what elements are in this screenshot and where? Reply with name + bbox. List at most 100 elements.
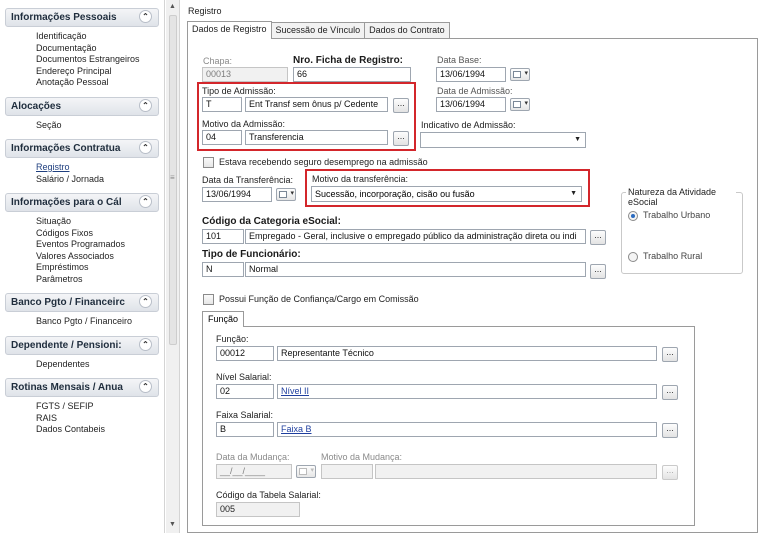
calendar-icon bbox=[513, 71, 521, 78]
motivo-admissao-lookup-button[interactable]: ... bbox=[393, 131, 409, 146]
sidebar-item-anotacao-pessoal[interactable]: Anotação Pessoal bbox=[0, 77, 164, 89]
nivel-salarial-label: Nível Salarial: bbox=[216, 372, 272, 382]
main-content: Registro Dados de Registro Sucessão de Ví… bbox=[181, 0, 758, 533]
faixa-lookup-button[interactable]: ... bbox=[662, 423, 678, 438]
sidebar-item-dependentes[interactable]: Dependentes bbox=[0, 359, 164, 371]
section-alocacoes[interactable]: Alocações ⌃ bbox=[5, 96, 159, 116]
funcao-confianca-checkbox[interactable] bbox=[203, 294, 214, 305]
data-base-field[interactable]: 13/06/1994 bbox=[436, 67, 506, 82]
data-admissao-field[interactable]: 13/06/1994 bbox=[436, 97, 506, 112]
data-admissao-calendar-button[interactable]: ▾ bbox=[510, 98, 530, 111]
calendar-icon bbox=[299, 468, 307, 475]
sidebar-item-rais[interactable]: RAIS bbox=[0, 413, 164, 425]
page-title: Registro bbox=[188, 6, 222, 16]
collapse-chevron-icon[interactable]: ⌃ bbox=[139, 141, 152, 154]
nivel-desc-link[interactable]: Nível II bbox=[277, 384, 657, 399]
trabalho-rural-radio[interactable] bbox=[628, 252, 638, 262]
data-base-calendar-button[interactable]: ▾ bbox=[510, 68, 530, 81]
faixa-desc-link[interactable]: Faixa B bbox=[277, 422, 657, 437]
section-informacoes-contratuais[interactable]: Informações Contratua ⌃ bbox=[5, 139, 159, 158]
tipo-funcionario-code[interactable]: N bbox=[202, 262, 244, 277]
data-mudanca-field: __/__/____ bbox=[216, 464, 292, 479]
indicativo-admissao-label: Indicativo de Admissão: bbox=[421, 120, 516, 130]
natureza-title: Natureza da Atividade eSocial bbox=[626, 187, 736, 207]
tipo-funcionario-lookup-button[interactable]: ... bbox=[590, 264, 606, 279]
collapse-chevron-icon[interactable]: ⌃ bbox=[139, 337, 152, 351]
sidebar-item-salario-jornada[interactable]: Salário / Jornada bbox=[0, 174, 164, 186]
motivo-mudanca-code bbox=[321, 464, 373, 479]
data-mudanca-label: Data da Mudança: bbox=[216, 452, 290, 462]
funcao-lookup-button[interactable]: ... bbox=[662, 347, 678, 362]
faixa-code[interactable]: B bbox=[216, 422, 274, 437]
collapse-chevron-icon[interactable]: ⌃ bbox=[139, 98, 152, 112]
sidebar-item-secao[interactable]: Seção bbox=[0, 120, 164, 132]
tab-dados-do-contrato[interactable]: Dados do Contrato bbox=[364, 22, 450, 39]
section-rotinas-mensais[interactable]: Rotinas Mensais / Anua ⌃ bbox=[5, 378, 159, 397]
funcao-desc[interactable]: Representante Técnico bbox=[277, 346, 657, 361]
sidebar-item-identificacao[interactable]: Identificação bbox=[0, 31, 164, 43]
tipo-admissao-lookup-button[interactable]: ... bbox=[393, 98, 409, 113]
sidebar-item-codigos-fixos[interactable]: Códigos Fixos bbox=[0, 228, 164, 240]
motivo-admissao-code[interactable]: 04 bbox=[202, 130, 242, 145]
scroll-grip-icon: ≡ bbox=[170, 173, 175, 182]
sidebar-item-emprestimos[interactable]: Empréstimos bbox=[0, 262, 164, 274]
collapse-chevron-icon[interactable]: ⌃ bbox=[139, 195, 152, 208]
tab-sucessao-de-vinculo[interactable]: Sucessão de Vínculo bbox=[270, 22, 366, 39]
sidebar-item-documentacao[interactable]: Documentação bbox=[0, 43, 164, 55]
dropdown-arrow-icon: ▾ bbox=[290, 190, 294, 197]
collapse-chevron-icon[interactable]: ⌃ bbox=[139, 10, 152, 23]
scroll-down-arrow-icon[interactable]: ▼ bbox=[169, 521, 176, 528]
dropdown-arrow-icon: ▾ bbox=[310, 467, 314, 474]
funcao-code[interactable]: 00012 bbox=[216, 346, 274, 361]
section-informacoes-calculo[interactable]: Informações para o Cál ⌃ bbox=[5, 193, 159, 212]
tipo-admissao-label: Tipo de Admissão: bbox=[202, 86, 276, 96]
dados-registro-panel: Chapa: 00013 Nro. Ficha de Registro: 66 … bbox=[187, 38, 758, 533]
tipo-admissao-desc[interactable]: Ent Transf sem ônus p/ Cedente bbox=[245, 97, 388, 112]
sidebar-item-fgts-sefip[interactable]: FGTS / SEFIP bbox=[0, 401, 164, 413]
sidebar-item-parametros[interactable]: Parâmetros bbox=[0, 274, 164, 286]
tipo-admissao-code[interactable]: T bbox=[202, 97, 242, 112]
sidebar-item-banco-pgto[interactable]: Banco Pgto / Financeiro bbox=[0, 316, 164, 328]
indicativo-admissao-select[interactable]: ▼ bbox=[420, 132, 586, 148]
section-informacoes-pessoais[interactable]: Informações Pessoais ⌃ bbox=[5, 8, 159, 27]
categoria-lookup-button[interactable]: ... bbox=[590, 230, 606, 245]
funcao-label: Função: bbox=[216, 334, 249, 344]
faixa-salarial-label: Faixa Salarial: bbox=[216, 410, 274, 420]
sidebar-item-situacao[interactable]: Situação bbox=[0, 216, 164, 228]
collapse-chevron-icon[interactable]: ⌃ bbox=[139, 380, 152, 393]
sidebar: Informações Pessoais ⌃ Identificação Doc… bbox=[0, 0, 165, 533]
sidebar-item-endereco-principal[interactable]: Endereço Principal bbox=[0, 66, 164, 78]
sidebar-item-valores-associados[interactable]: Valores Associados bbox=[0, 251, 164, 263]
ficha-field[interactable]: 66 bbox=[293, 67, 411, 82]
sidebar-item-documentos-estrangeiros[interactable]: Documentos Estrangeiros bbox=[0, 54, 164, 66]
dropdown-arrow-icon: ▼ bbox=[574, 136, 581, 143]
calendar-icon bbox=[279, 191, 287, 198]
sidebar-scrollbar[interactable]: ▲ ≡ ▼ bbox=[166, 0, 180, 533]
section-banco-pgto[interactable]: Banco Pgto / Financeirc ⌃ bbox=[5, 293, 159, 312]
data-transferencia-calendar-button[interactable]: ▾ bbox=[276, 188, 296, 201]
sidebar-item-dados-contabeis[interactable]: Dados Contabeis bbox=[0, 424, 164, 436]
sidebar-item-eventos-programados[interactable]: Eventos Programados bbox=[0, 239, 164, 251]
chapa-field: 00013 bbox=[202, 67, 288, 82]
nivel-lookup-button[interactable]: ... bbox=[662, 385, 678, 400]
chapa-label: Chapa: bbox=[203, 56, 233, 66]
tipo-funcionario-desc[interactable]: Normal bbox=[245, 262, 586, 277]
section-title: Banco Pgto / Financeirc bbox=[11, 297, 125, 308]
tab-dados-de-registro[interactable]: Dados de Registro bbox=[187, 21, 272, 39]
nivel-code[interactable]: 02 bbox=[216, 384, 274, 399]
motivo-admissao-desc[interactable]: Transferencia bbox=[245, 130, 388, 145]
motivo-transferencia-select[interactable]: Sucessão, incorporação, cisão ou fusão ▼ bbox=[311, 186, 582, 202]
scroll-up-arrow-icon[interactable]: ▲ bbox=[169, 3, 176, 10]
data-admissao-label: Data de Admissão: bbox=[437, 86, 513, 96]
sidebar-item-registro[interactable]: Registro bbox=[0, 162, 164, 174]
trabalho-urbano-radio[interactable] bbox=[628, 211, 638, 221]
tab-funcao[interactable]: Função bbox=[202, 311, 245, 327]
categoria-code[interactable]: 101 bbox=[202, 229, 244, 244]
ficha-label: Nro. Ficha de Registro: bbox=[293, 55, 404, 66]
data-transferencia-field[interactable]: 13/06/1994 bbox=[202, 187, 272, 202]
seguro-desemprego-checkbox[interactable] bbox=[203, 157, 214, 168]
section-title: Alocações bbox=[11, 100, 62, 112]
collapse-chevron-icon[interactable]: ⌃ bbox=[139, 295, 152, 308]
section-dependente[interactable]: Dependente / Pensioni: ⌃ bbox=[5, 335, 159, 355]
categoria-desc[interactable]: Empregado - Geral, inclusive o empregado… bbox=[245, 229, 586, 244]
